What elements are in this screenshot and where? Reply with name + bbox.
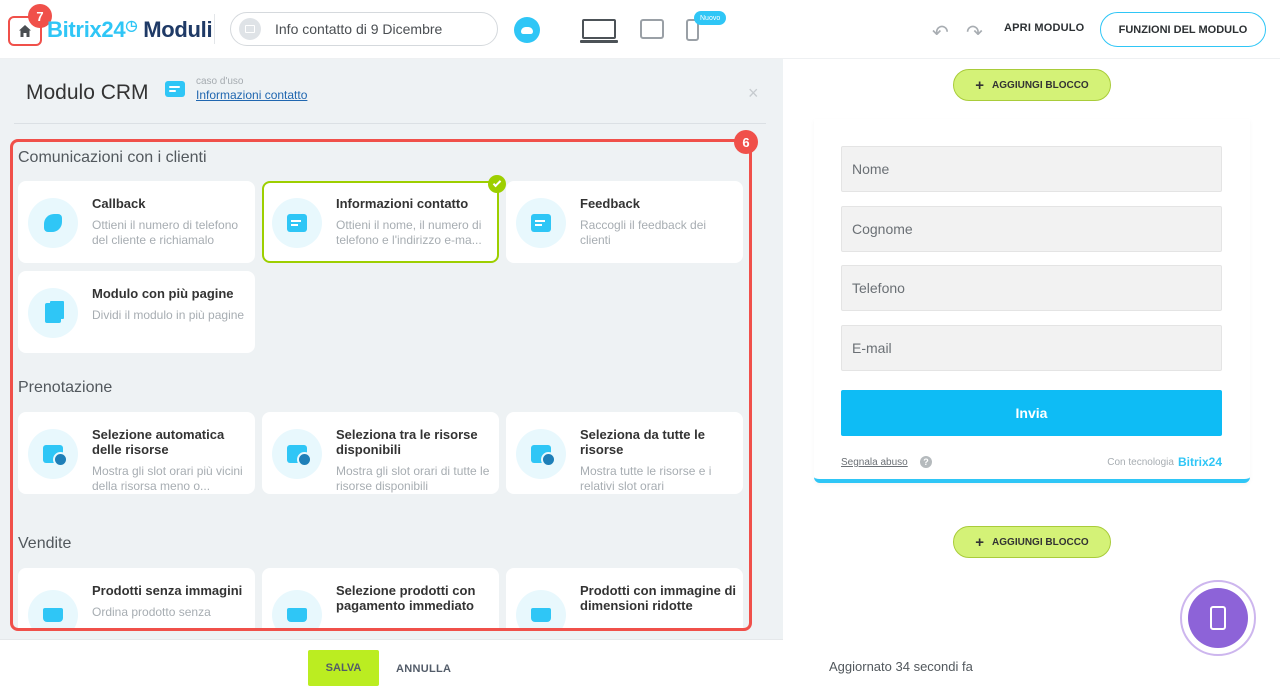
- add-block-label: AGGIUNGI BLOCCO: [992, 536, 1089, 548]
- card-title: Seleziona tra le risorse disponibili: [336, 427, 478, 457]
- template-card-feedback[interactable]: Feedback Raccogli il feedback dei client…: [506, 181, 743, 263]
- form-preview: + AGGIUNGI BLOCCO Nome Cognome Telefono E…: [783, 59, 1280, 696]
- form-features-button[interactable]: FUNZIONI DEL MODULO: [1100, 12, 1266, 47]
- submit-button[interactable]: Invia: [841, 390, 1222, 436]
- clock-icon: ◷: [125, 17, 138, 33]
- tablet-icon[interactable]: [640, 19, 664, 39]
- report-abuse-link[interactable]: Segnala abuso: [841, 457, 908, 468]
- card-description: Mostra gli slot orari di tutte le risors…: [336, 464, 490, 493]
- cart-icon: [28, 590, 78, 628]
- first-name-field[interactable]: Nome: [841, 146, 1222, 192]
- card-description: Ottieni il nome, il numero di telefono e…: [336, 218, 482, 247]
- pages-icon: [28, 288, 78, 338]
- image-icon: [239, 18, 261, 40]
- powered-brand: Bitrix24: [1177, 455, 1222, 469]
- form-icon: [165, 81, 185, 97]
- template-card-callback[interactable]: Callback Ottieni il numero di telefono d…: [18, 181, 255, 263]
- template-card-products-payment[interactable]: Selezione prodotti con pagamento immedia…: [262, 568, 499, 628]
- usecase-link[interactable]: Informazioni contatto: [196, 88, 307, 102]
- form-settings-panel: Modulo CRM caso d'uso Informazioni conta…: [0, 59, 783, 639]
- last-name-field[interactable]: Cognome: [841, 206, 1222, 252]
- card-title: Seleziona da tutte le risorse: [580, 427, 705, 457]
- add-block-button[interactable]: + AGGIUNGI BLOCCO: [953, 69, 1111, 101]
- feedback-icon: [516, 198, 566, 248]
- email-field[interactable]: E-mail: [841, 325, 1222, 371]
- template-card-all-resources[interactable]: Seleziona da tutte le risorse Mostra tut…: [506, 412, 743, 494]
- check-icon: [488, 175, 506, 193]
- add-block-button[interactable]: + AGGIUNGI BLOCCO: [953, 526, 1111, 558]
- template-card-multipage[interactable]: Modulo con più pagine Dividi il modulo i…: [18, 271, 255, 353]
- mobile-icon: [1188, 588, 1248, 648]
- cancel-button[interactable]: ANNULLA: [396, 663, 451, 675]
- form-icon: [272, 198, 322, 248]
- section-title: Vendite: [18, 535, 72, 552]
- cart-image-icon: [516, 590, 566, 628]
- mobile-preview-button[interactable]: [1180, 580, 1256, 656]
- step-badge-6: 6: [734, 130, 758, 154]
- logo-brand: Bitrix24: [47, 17, 126, 42]
- new-badge: Nuovo: [694, 11, 727, 25]
- usecase-label: caso d'uso: [196, 76, 244, 87]
- template-card-auto-resource[interactable]: Selezione automatica delle risorse Mostr…: [18, 412, 255, 494]
- close-icon[interactable]: ×: [748, 83, 759, 104]
- section-title: Prenotazione: [18, 379, 113, 396]
- card-title: Callback: [92, 196, 146, 211]
- page-name: Info contatto di 9 Dicembre: [275, 21, 443, 37]
- panel-footer: SALVA ANNULLA: [0, 639, 783, 696]
- card-title: Feedback: [580, 196, 640, 211]
- add-block-label: AGGIUNGI BLOCCO: [992, 79, 1089, 91]
- undo-icon[interactable]: ↶: [932, 20, 949, 45]
- card-title: Prodotti senza immagini: [92, 583, 243, 598]
- help-icon[interactable]: ?: [920, 456, 932, 468]
- top-bar: 7 Bitrix24◷ Moduli Info contatto di 9 Dic…: [0, 0, 1280, 59]
- payment-icon: [272, 590, 322, 628]
- open-form-button[interactable]: APRI MODULO: [1004, 22, 1084, 34]
- calendar-icon: [28, 429, 78, 479]
- card-description: Mostra tutte le risorse e i relativi slo…: [580, 464, 712, 493]
- calendar-icon: [272, 429, 322, 479]
- card-description: Ordina prodotto senza: [92, 605, 211, 619]
- powered-label: Con tecnologia: [1107, 456, 1174, 468]
- save-button[interactable]: SALVA: [308, 650, 379, 686]
- home-icon: [19, 25, 31, 37]
- powered-by: Con tecnologia Bitrix24: [1107, 455, 1222, 469]
- app-logo[interactable]: Bitrix24◷ Moduli: [47, 17, 213, 43]
- form-block: Nome Cognome Telefono E-mail Invia Segna…: [814, 119, 1250, 483]
- last-updated: Aggiornato 34 secondi fa: [829, 659, 973, 674]
- redo-icon[interactable]: ↷: [966, 20, 983, 45]
- cloud-icon[interactable]: [514, 17, 540, 43]
- card-title: Selezione automatica delle risorse: [92, 427, 225, 457]
- plus-icon: +: [975, 533, 985, 551]
- card-title: Informazioni contatto: [336, 196, 469, 211]
- card-description: Mostra gli slot orari più vicini della r…: [92, 464, 243, 493]
- calendar-icon: [516, 429, 566, 479]
- divider: [214, 14, 215, 44]
- plus-icon: +: [975, 76, 985, 94]
- card-title: Prodotti con immagine di dimensioni rido…: [580, 583, 737, 613]
- template-card-contact-info[interactable]: Informazioni contatto Ottieni il nome, i…: [262, 175, 506, 263]
- card-title: Selezione prodotti con pagamento immedia…: [336, 583, 476, 613]
- card-title: Modulo con più pagine: [92, 286, 234, 301]
- card-description: Raccogli il feedback dei clienti: [580, 218, 707, 247]
- phone-icon: [28, 198, 78, 248]
- template-card-products-no-images[interactable]: Prodotti senza immagini Ordina prodotto …: [18, 568, 255, 628]
- card-description: Dividi il modulo in più pagine: [92, 308, 245, 322]
- logo-product: Moduli: [143, 17, 213, 42]
- desktop-icon[interactable]: [580, 19, 618, 43]
- card-description: Ottieni il numero di telefono del client…: [92, 218, 239, 247]
- phone-field[interactable]: Telefono: [841, 265, 1222, 311]
- template-list: Comunicazioni con i clienti Callback Ott…: [10, 139, 752, 631]
- template-card-available-resources[interactable]: Seleziona tra le risorse disponibili Mos…: [262, 412, 499, 494]
- page-name-field[interactable]: Info contatto di 9 Dicembre: [230, 12, 498, 46]
- template-card-products-small-images[interactable]: Prodotti con immagine di dimensioni rido…: [506, 568, 743, 628]
- divider: [14, 123, 766, 124]
- panel-title: Modulo CRM: [26, 81, 149, 104]
- section-title: Comunicazioni con i clienti: [18, 149, 207, 166]
